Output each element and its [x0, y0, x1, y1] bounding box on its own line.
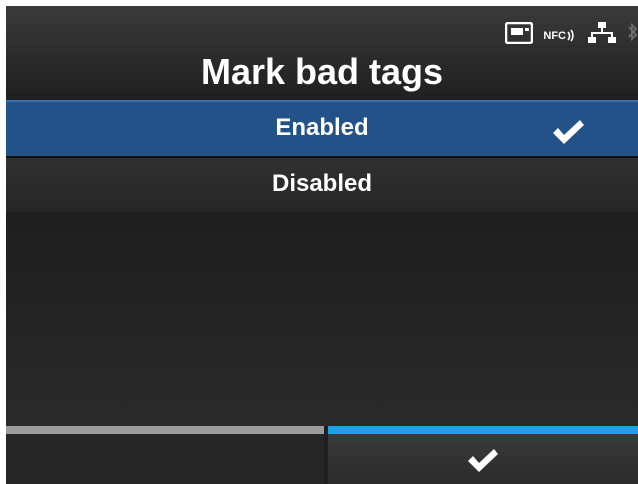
page-title: Mark bad tags [200, 51, 444, 92]
option-enabled[interactable]: Enabled [6, 100, 638, 158]
bluetooth-icon [626, 21, 638, 50]
option-label: Disabled [271, 170, 373, 197]
option-disabled[interactable]: Disabled [6, 158, 638, 214]
status-bar: NFC [505, 21, 638, 50]
nfc-label: NFC [543, 30, 566, 42]
selected-check-icon [550, 114, 586, 144]
header: NFC Mark bad tags [6, 6, 638, 100]
empty-list-area [6, 212, 638, 426]
options-list: Enabled Disabled [6, 100, 638, 214]
confirm-check-icon [466, 448, 500, 474]
option-label: Enabled [275, 114, 369, 141]
sd-card-icon [505, 21, 534, 49]
printer-display: NFC Mark bad tags Enabled Disabled [6, 6, 638, 484]
softkey-bar [6, 426, 638, 484]
left-softkey[interactable] [6, 426, 324, 484]
nfc-icon: NFC [543, 28, 578, 42]
network-icon [588, 21, 616, 50]
confirm-softkey[interactable] [328, 426, 638, 484]
